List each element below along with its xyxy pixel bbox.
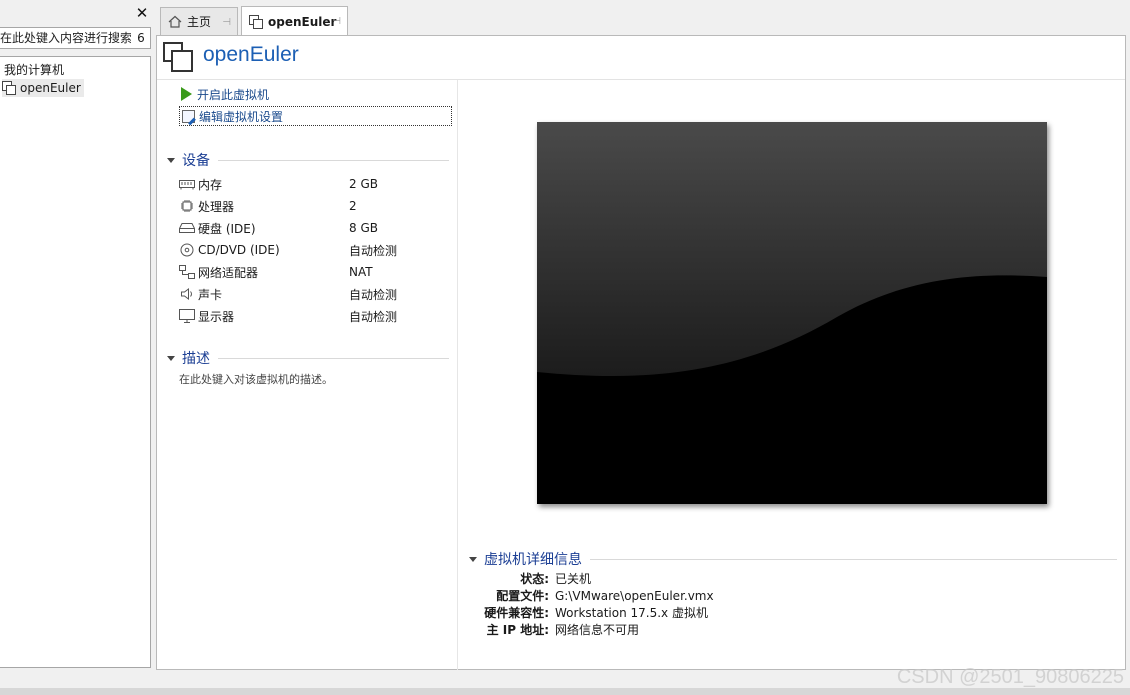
device-row-harddisk[interactable]: 硬盘 (IDE) 8 GB — [179, 217, 449, 239]
detail-value: G:\VMware\openEuler.vmx — [555, 588, 714, 603]
vm-details-section-title: 虚拟机详细信息 — [484, 552, 582, 568]
detail-value: 网络信息不可用 — [555, 623, 640, 637]
tab-home[interactable]: 主页 ⊣ — [160, 7, 238, 35]
device-name: 声卡 — [198, 287, 223, 302]
vm-screen-preview[interactable] — [537, 122, 1047, 504]
power-on-label: 开启此虚拟机 — [197, 87, 270, 102]
tree-item-openeuler[interactable]: openEuler — [2, 79, 84, 97]
edit-settings-label: 编辑虚拟机设置 — [199, 109, 284, 124]
devices-section-header[interactable]: 设备 — [167, 151, 449, 169]
detail-row-ip-address: 主 IP 地址: 网络信息不可用 — [469, 621, 714, 638]
collapse-chevron-icon[interactable] — [167, 355, 175, 361]
detail-key: 配置文件: — [496, 589, 549, 603]
vm-summary-panel: openEuler 开启此虚拟机 编辑虚拟机设置 设备 内存 2 GB 处理器 … — [156, 35, 1126, 670]
vm-large-icon — [163, 42, 193, 72]
detail-value: Workstation 17.5.x 虚拟机 — [555, 606, 708, 620]
devices-section-title: 设备 — [182, 153, 210, 169]
device-name: 网络适配器 — [198, 265, 259, 280]
description-text-field[interactable]: 在此处键入对该虚拟机的描述。 — [179, 371, 333, 387]
library-search-box[interactable]: 6 — [0, 27, 151, 49]
csdn-watermark: CSDN @2501_90806225 — [896, 666, 1124, 688]
vm-details-list: 状态: 已关机 配置文件: G:\VMware\openEuler.vmx 硬件… — [469, 570, 714, 638]
vm-title: openEuler — [203, 43, 299, 66]
tab-openeuler-label: openEuler — [268, 14, 337, 29]
device-row-display[interactable]: 显示器 自动检测 — [179, 305, 449, 327]
device-list: 内存 2 GB 处理器 2 硬盘 (IDE) 8 GB CD/DVD (IDE)… — [179, 173, 449, 327]
vm-preview-image — [537, 122, 1047, 504]
display-icon — [179, 309, 195, 323]
collapse-chevron-icon[interactable] — [167, 157, 175, 163]
tab-home-label: 主页 — [187, 15, 212, 29]
detail-row-compatibility: 硬件兼容性: Workstation 17.5.x 虚拟机 — [469, 604, 714, 621]
vm-details-section-header[interactable]: 虚拟机详细信息 — [469, 550, 1117, 568]
detail-row-status: 状态: 已关机 — [469, 570, 714, 587]
sound-icon — [179, 287, 195, 301]
device-name: 内存 — [198, 177, 223, 192]
device-row-processor[interactable]: 处理器 2 — [179, 195, 449, 217]
network-icon — [179, 265, 195, 279]
detail-value: 已关机 — [555, 572, 592, 586]
search-dropdown-icon[interactable]: 6 — [135, 30, 147, 46]
detail-key: 主 IP 地址: — [486, 623, 549, 637]
taskbar-strip — [0, 688, 1130, 695]
description-section-header[interactable]: 描述 — [167, 349, 449, 367]
detail-key: 状态: — [520, 572, 549, 586]
device-row-network[interactable]: 网络适配器 NAT — [179, 261, 449, 283]
edit-vm-settings-link[interactable]: 编辑虚拟机设置 — [179, 106, 452, 126]
column-divider — [457, 80, 458, 670]
play-icon — [181, 87, 192, 101]
cpu-icon — [179, 199, 195, 213]
tree-root-my-computer[interactable]: 我的计算机 — [4, 61, 64, 77]
home-icon — [168, 15, 182, 28]
harddisk-icon — [179, 221, 195, 235]
device-value: 8 GB — [349, 221, 378, 235]
device-value: 2 — [349, 199, 357, 213]
device-name: CD/DVD (IDE) — [198, 243, 280, 257]
tree-item-label: openEuler — [20, 81, 81, 95]
device-row-sound[interactable]: 声卡 自动检测 — [179, 283, 449, 305]
device-name: 处理器 — [198, 199, 235, 214]
vm-header: openEuler — [157, 36, 1125, 80]
device-value: NAT — [349, 265, 373, 279]
memory-icon — [179, 177, 195, 191]
device-value: 自动检测 — [349, 243, 398, 258]
description-section-title: 描述 — [182, 351, 210, 367]
tab-bar: 主页 ⊣ openEuler ⊣ — [156, 0, 1126, 36]
power-on-vm-link[interactable]: 开启此虚拟机 — [181, 84, 269, 104]
tab-pin-icon[interactable]: ⊣ — [332, 16, 341, 27]
collapse-chevron-icon[interactable] — [469, 556, 477, 562]
library-tree: 我的计算机 openEuler — [0, 56, 151, 668]
device-row-memory[interactable]: 内存 2 GB — [179, 173, 449, 195]
detail-key: 硬件兼容性: — [484, 606, 549, 620]
cdrom-icon — [179, 243, 195, 257]
library-search-input[interactable] — [0, 28, 131, 48]
tab-pin-icon[interactable]: ⊣ — [222, 17, 231, 28]
device-row-cdrom[interactable]: CD/DVD (IDE) 自动检测 — [179, 239, 449, 261]
library-close-button[interactable]: ✕ — [134, 4, 150, 22]
device-value: 自动检测 — [349, 309, 398, 324]
detail-row-config-file: 配置文件: G:\VMware\openEuler.vmx — [469, 587, 714, 604]
vm-icon — [2, 81, 16, 95]
tab-openeuler[interactable]: openEuler ⊣ — [241, 6, 348, 36]
device-value: 自动检测 — [349, 287, 398, 302]
library-panel: ✕ 6 我的计算机 openEuler — [0, 0, 152, 668]
device-name: 硬盘 (IDE) — [198, 221, 256, 236]
device-name: 显示器 — [198, 309, 235, 324]
edit-settings-icon — [182, 109, 195, 123]
device-value: 2 GB — [349, 177, 378, 191]
vm-icon — [249, 14, 263, 29]
